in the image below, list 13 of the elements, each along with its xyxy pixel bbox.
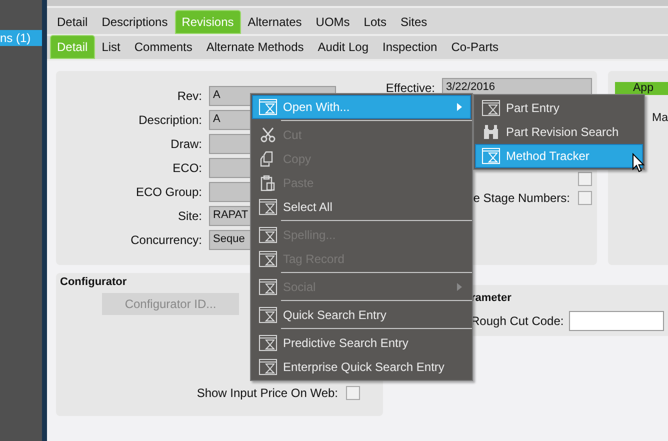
- field-label: Concurrency:: [130, 233, 202, 247]
- field-label: Rev:: [176, 89, 202, 103]
- field-label: Draw:: [170, 137, 202, 151]
- field-label: ECO Group:: [134, 185, 202, 199]
- panel-title: Configurator: [60, 276, 127, 288]
- checkbox-label: Show Input Price On Web:: [196, 386, 338, 400]
- panel-title: rameter: [471, 292, 512, 304]
- field-label: Effective:: [384, 81, 435, 95]
- field-label: Ma: [652, 112, 668, 124]
- field-label: Description:: [138, 113, 202, 127]
- checkbox-label: e Stage Numbers:: [473, 191, 570, 205]
- field-label: Site:: [176, 209, 202, 223]
- field-label: ECO:: [172, 161, 202, 175]
